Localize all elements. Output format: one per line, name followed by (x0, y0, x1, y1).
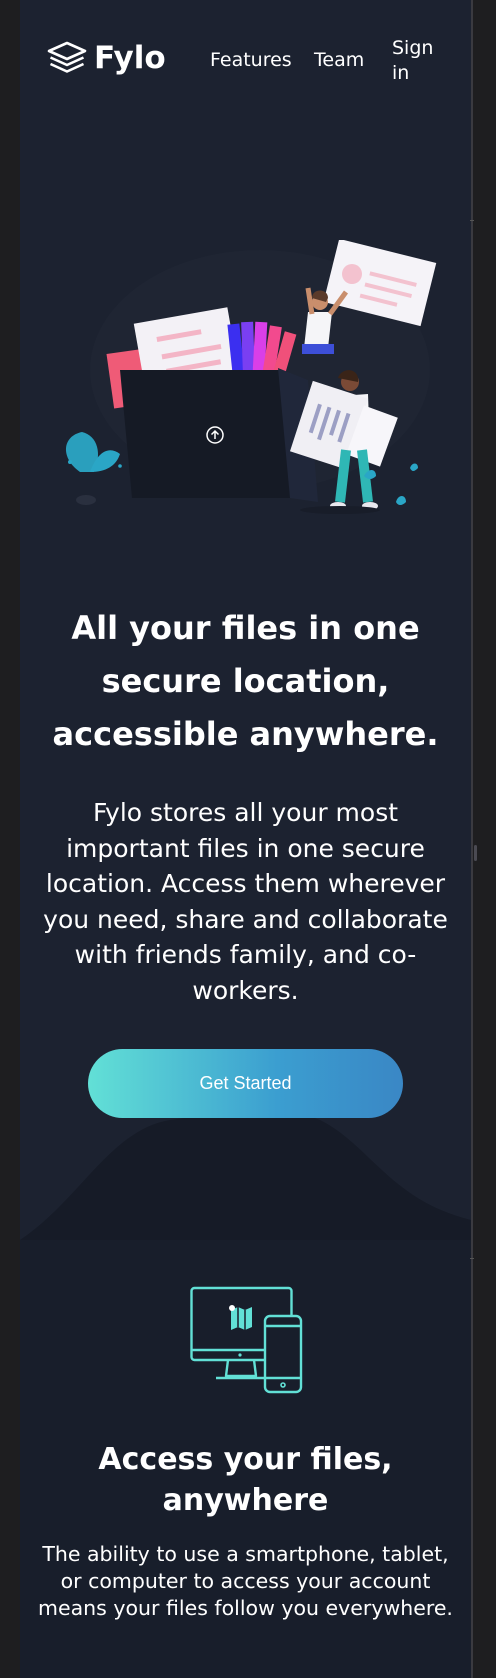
resize-handle[interactable] (474, 845, 477, 861)
feature-title: Access your files, anywhere (98, 1442, 393, 1518)
devices-icon (190, 1286, 303, 1394)
nav-link-team[interactable]: Team (314, 49, 364, 71)
feature-description: The ability to use a smartphone, tablet,… (38, 1542, 453, 1620)
nav-link-sign-in[interactable]: Sign in (392, 36, 442, 86)
plant-illustration (65, 432, 122, 505)
stacked-layers-icon (47, 41, 87, 73)
logo-text: Fylo (94, 40, 166, 76)
window-edge (471, 0, 473, 1678)
header: Fylo Features Team Sign in (20, 0, 471, 120)
nav-link-features[interactable]: Features (210, 49, 292, 71)
feature-access-anywhere: Access your files, anywhere The ability … (20, 1240, 471, 1678)
hero-title: All your files in one secure location, a… (52, 609, 439, 753)
folder-illustration (120, 368, 318, 502)
files-illustration (65, 240, 437, 514)
page: Fylo Features Team Sign in All your file… (20, 0, 471, 1678)
window-edge-tick (470, 1258, 474, 1259)
hero-description: Fylo stores all your most important file… (43, 798, 448, 1005)
get-started-button[interactable]: Get Started (88, 1049, 403, 1118)
window-edge-tick (470, 220, 474, 221)
logo[interactable]: Fylo (46, 40, 166, 76)
